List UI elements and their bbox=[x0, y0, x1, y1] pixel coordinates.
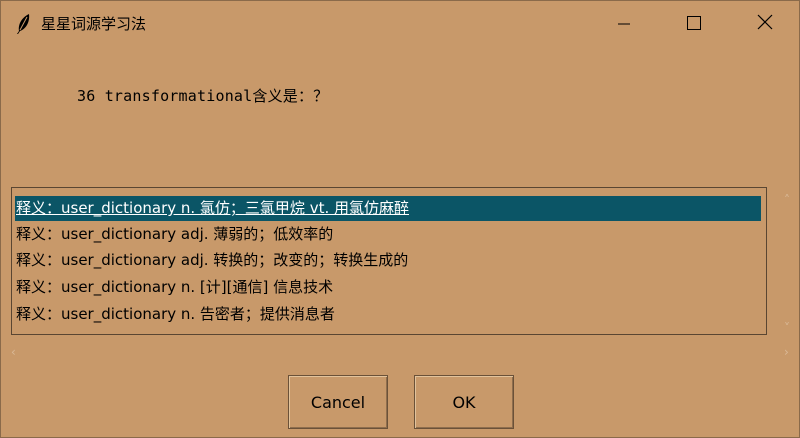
minimize-button[interactable] bbox=[601, 1, 647, 47]
maximize-icon bbox=[687, 15, 701, 34]
window-title: 星星词源学习法 bbox=[41, 15, 147, 33]
cancel-button[interactable]: Cancel bbox=[288, 375, 388, 429]
title-bar[interactable]: 星星词源学习法 bbox=[1, 1, 799, 47]
feather-icon bbox=[15, 13, 33, 35]
definition-listbox[interactable]: 释义：user_dictionary n. 氯仿；三氯甲烷 vt. 用氯仿麻醉 … bbox=[11, 187, 767, 335]
scroll-down-icon[interactable]: ˅ bbox=[784, 321, 790, 335]
maximize-button[interactable] bbox=[671, 1, 717, 47]
minimize-icon bbox=[618, 15, 630, 34]
close-button[interactable] bbox=[742, 1, 788, 47]
list-item[interactable]: 释义：user_dictionary adj. 转换的；改变的；转换生成的 bbox=[15, 248, 761, 273]
scroll-right-icon[interactable]: › bbox=[784, 345, 789, 359]
scroll-up-icon[interactable]: ˄ bbox=[784, 193, 790, 207]
list-item[interactable]: 释义：user_dictionary n. 告密者；提供消息者 bbox=[15, 302, 761, 327]
close-icon bbox=[757, 14, 773, 34]
scroll-left-icon[interactable]: ‹ bbox=[11, 345, 16, 359]
question-label: 36 transformational含义是：？ bbox=[77, 87, 329, 105]
list-item[interactable]: 释义：user_dictionary adj. 薄弱的；低效率的 bbox=[15, 222, 761, 247]
ok-button[interactable]: OK bbox=[414, 375, 514, 429]
list-item[interactable]: 释义：user_dictionary n. [计][通信] 信息技术 bbox=[15, 275, 761, 300]
dialog-window: 星星词源学习法 36 transformational含义是：？ 释义：user… bbox=[0, 0, 800, 438]
list-item[interactable]: 释义：user_dictionary n. 氯仿；三氯甲烷 vt. 用氯仿麻醉 bbox=[15, 196, 761, 221]
